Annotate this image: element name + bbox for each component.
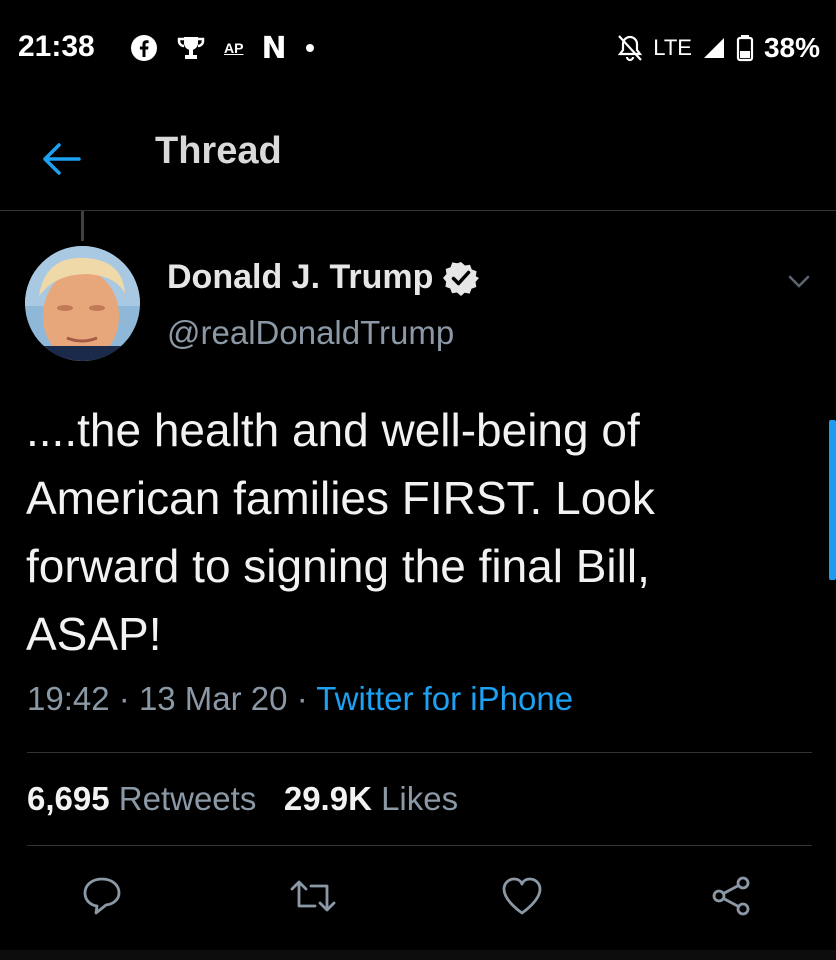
meta-separator: ·	[296, 680, 308, 717]
divider	[27, 752, 812, 753]
status-bar: 21:38 AP N LTE 38%	[0, 0, 836, 100]
likes-count: 29.9K	[283, 780, 372, 817]
battery-icon	[736, 35, 754, 62]
thread-connector-line	[81, 211, 84, 241]
dot-icon	[305, 44, 314, 52]
scrollbar[interactable]	[829, 420, 836, 580]
retweets-label: Retweets	[118, 780, 257, 817]
signal-icon	[703, 38, 724, 58]
ap-news-icon: AP	[224, 40, 244, 56]
page-title: Thread	[155, 130, 282, 172]
tweet-text-line: forward to signing the final Bill,	[26, 540, 650, 592]
system-icons: LTE 38%	[617, 28, 820, 68]
meta-separator: ·	[118, 680, 130, 717]
author-name[interactable]: Donald J. Trump	[167, 258, 433, 297]
avatar-image	[25, 246, 140, 361]
tweet-date: 13 Mar 20	[138, 680, 288, 717]
trophy-icon	[177, 37, 205, 59]
likes-label: Likes	[381, 780, 459, 817]
like-button[interactable]	[497, 868, 547, 924]
status-time: 21:38	[18, 30, 95, 63]
divider	[27, 845, 812, 846]
share-button[interactable]	[706, 868, 756, 924]
tweet-text-line: ASAP!	[26, 608, 162, 660]
thread-header: Thread	[0, 110, 836, 211]
facebook-icon	[131, 35, 157, 61]
likes-stat[interactable]: 29.9K Likes	[284, 780, 458, 817]
retweets-stat[interactable]: 6,695 Retweets	[27, 780, 256, 817]
author-name-row[interactable]: Donald J. Trump	[167, 258, 480, 297]
tweet-time: 19:42	[27, 680, 110, 717]
bottom-edge	[0, 950, 836, 960]
tweet-meta: 19:42 · 13 Mar 20 · Twitter for iPhone	[27, 680, 573, 718]
tweet-source-link[interactable]: Twitter for iPhone	[316, 680, 573, 717]
notification-icons: AP N	[130, 28, 315, 68]
back-arrow-icon	[43, 143, 81, 175]
avatar[interactable]	[25, 246, 140, 361]
retweet-icon	[290, 880, 336, 912]
battery-percent: 38%	[763, 32, 820, 63]
notifications-off-icon	[618, 35, 643, 62]
network-type: LTE	[653, 35, 692, 60]
share-icon	[712, 876, 750, 916]
tweet-text-line: American families FIRST. Look	[26, 472, 655, 524]
reply-button[interactable]	[77, 868, 127, 924]
chevron-down-icon	[788, 275, 810, 288]
tweet-text-line: ....the health and well-being of	[26, 404, 640, 456]
retweet-button[interactable]	[288, 868, 338, 924]
tweet-stats: 6,695 Retweets 29.9K Likes	[27, 780, 458, 818]
tweet-options-button[interactable]	[786, 268, 812, 294]
back-button[interactable]	[36, 134, 86, 184]
author-handle[interactable]: @realDonaldTrump	[167, 314, 454, 352]
reply-icon	[83, 877, 121, 915]
verified-badge-icon	[443, 261, 480, 296]
netflix-icon: N	[261, 30, 287, 66]
retweets-count: 6,695	[27, 780, 110, 817]
tweet-text: ....the health and well-being of America…	[26, 396, 816, 668]
like-icon	[502, 877, 542, 915]
